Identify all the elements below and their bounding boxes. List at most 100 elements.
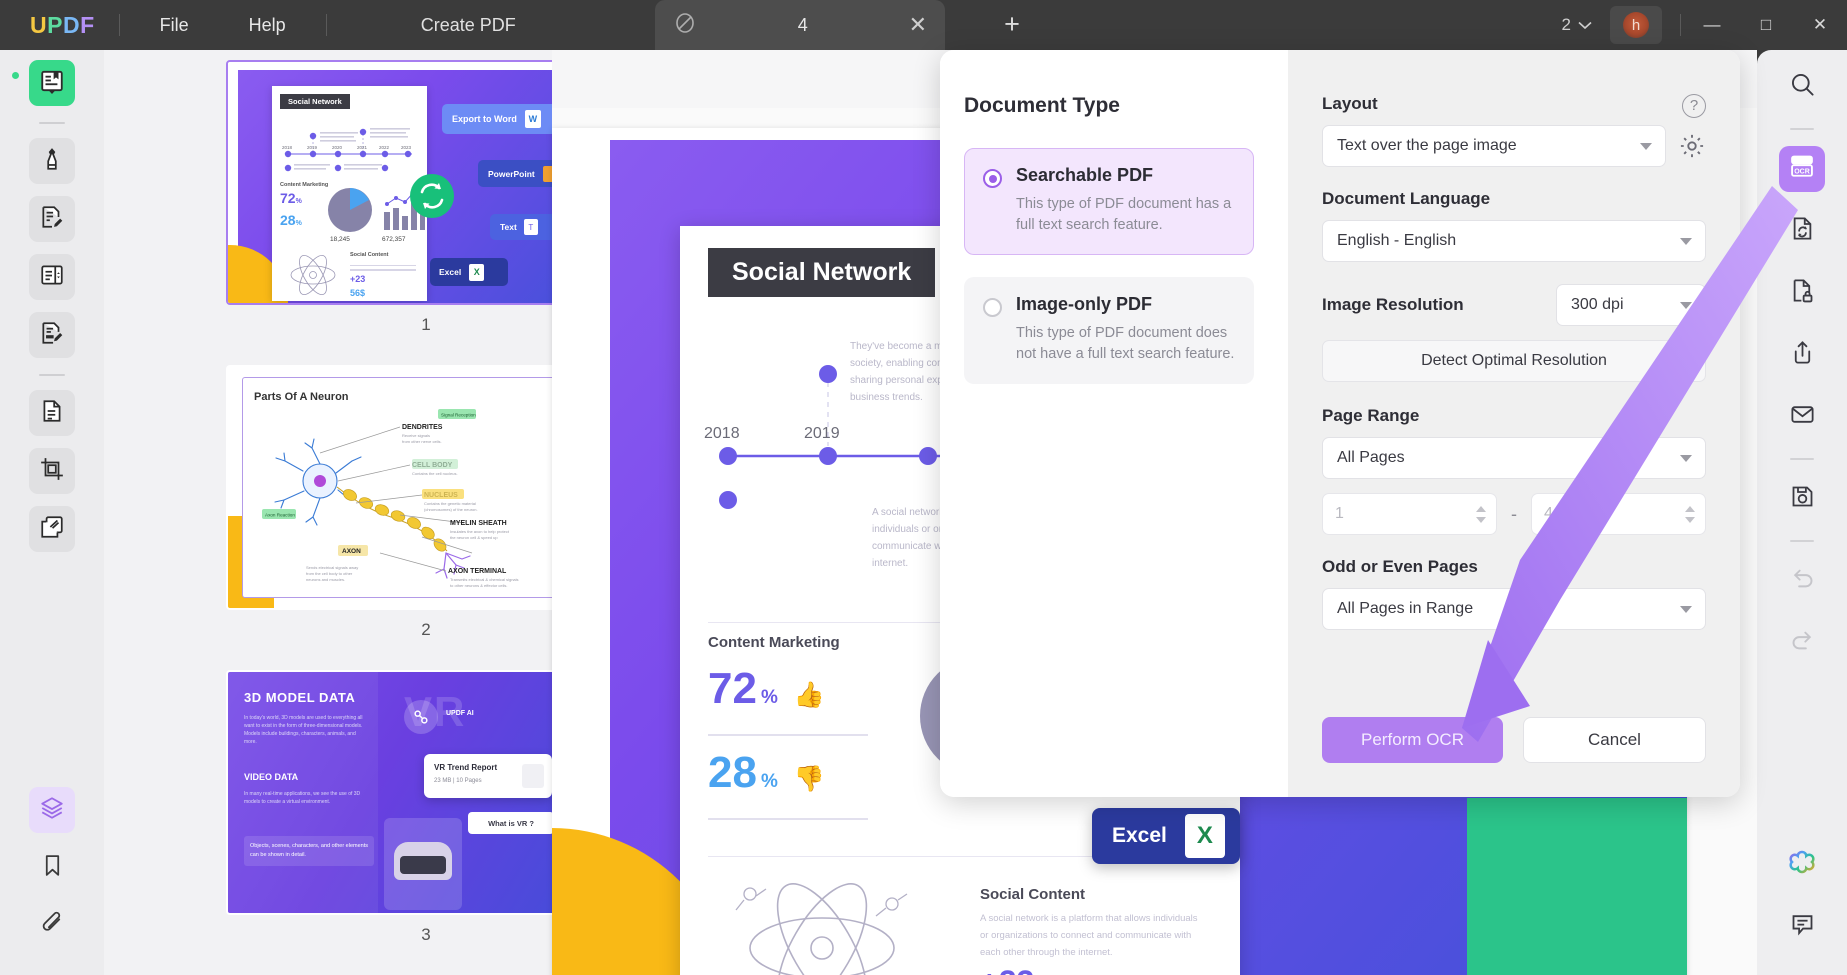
page-content-marketing-label: Content Marketing	[708, 634, 840, 651]
envelope-icon	[1789, 401, 1816, 433]
powerpoint-icon	[542, 165, 552, 182]
thumbnail-image-2: Parts Of A Neuron DENDRITES MYELIN SHEAT…	[226, 365, 552, 610]
ai-badge-icon	[404, 700, 438, 734]
sidebar-item-undo[interactable]	[1779, 558, 1825, 604]
sidebar-item-share[interactable]	[1779, 332, 1825, 378]
page-social-content-desc: A social network is a platform that allo…	[980, 913, 1198, 959]
right-tool-rail: OCR	[1757, 50, 1847, 975]
thumbnail-panel[interactable]: Social Network 2018 2019 2020 2021 2022 …	[104, 50, 552, 975]
book-reader-icon	[39, 68, 65, 99]
divider-2	[325, 14, 327, 36]
excel-icon: X	[469, 263, 485, 281]
gear-icon[interactable]	[1678, 132, 1706, 160]
option-image-only-pdf[interactable]: Image-only PDF This type of PDF document…	[964, 277, 1254, 385]
sidebar-item-email[interactable]	[1779, 394, 1825, 440]
page-from-stepper[interactable]	[1476, 505, 1486, 523]
document-tab[interactable]: 4 ✕	[655, 0, 945, 50]
menu-file[interactable]: File	[144, 9, 205, 42]
svg-text:Transmits electrical & chemica: Transmits electrical & chemical signals	[450, 577, 519, 582]
thumb3-vr-title: VR Trend Report	[434, 763, 498, 772]
share-upload-icon	[1789, 339, 1816, 371]
chevron-down-icon	[1640, 142, 1652, 150]
tab-title: 4	[797, 14, 808, 35]
sidebar-item-layers[interactable]	[29, 787, 75, 833]
maximize-button[interactable]: □	[1739, 0, 1793, 50]
new-tab-button[interactable]: +	[995, 8, 1029, 42]
sidebar-item-crop-pages[interactable]	[29, 448, 75, 494]
sidebar-item-fill-sign[interactable]	[29, 312, 75, 358]
minimize-button[interactable]: —	[1685, 0, 1739, 50]
sidebar-item-search[interactable]	[1779, 64, 1825, 110]
sidebar-item-edit-pdf[interactable]	[29, 196, 75, 242]
sidebar-item-reader-mode[interactable]	[29, 60, 75, 106]
option-searchable-pdf[interactable]: Searchable PDF This type of PDF document…	[964, 148, 1254, 256]
thumbnail-page-1[interactable]: Social Network 2018 2019 2020 2021 2022 …	[226, 60, 552, 335]
help-icon[interactable]: ?	[1682, 94, 1706, 118]
radio-image-only-pdf[interactable]	[983, 298, 1002, 318]
stepper-up-icon[interactable]	[1476, 505, 1486, 512]
thumb3-body1: In today's world, 3D models are used to …	[244, 715, 363, 745]
sidebar-item-compare[interactable]	[29, 506, 75, 552]
sidebar-item-ai-assistant[interactable]	[1779, 841, 1825, 887]
thumbnail-page-3[interactable]: 3D MODEL DATA In today's world, 3D model…	[226, 670, 552, 945]
ocr-icon: OCR	[1788, 153, 1816, 186]
comment-bubble-icon	[1789, 910, 1816, 942]
sidebar-item-comments[interactable]	[1779, 903, 1825, 949]
thumb1-export-label: Export to Word	[452, 114, 517, 124]
sidebar-item-form-fields[interactable]	[29, 254, 75, 300]
page-to-stepper[interactable]	[1685, 505, 1695, 523]
avatar[interactable]: h	[1610, 6, 1662, 44]
stepper-down-icon[interactable]	[1685, 516, 1695, 523]
bookmark-icon	[40, 853, 65, 883]
thumb1-text-label: Text	[500, 222, 517, 232]
undo-arrow-icon	[1789, 565, 1816, 597]
sidebar-item-organize-pages[interactable]	[29, 390, 75, 436]
close-icon[interactable]: ✕	[909, 12, 927, 38]
thumb3-body3: Objects, scenes, characters, and other e…	[244, 836, 374, 866]
image-resolution-select[interactable]: 300 dpi	[1556, 284, 1706, 326]
thumb1-powerpoint-label: PowerPoint	[488, 168, 535, 179]
sidebar-item-redo[interactable]	[1779, 620, 1825, 666]
thumbnail-page-2[interactable]: Parts Of A Neuron DENDRITES MYELIN SHEAT…	[226, 365, 552, 640]
page-count-selector[interactable]: 2	[1562, 15, 1592, 35]
menu-help[interactable]: Help	[233, 9, 302, 42]
stepper-up-icon[interactable]	[1685, 505, 1695, 512]
sidebar-item-ocr[interactable]: OCR	[1779, 146, 1825, 192]
option-image-only-pdf-desc: This type of PDF document does not have …	[1016, 325, 1235, 363]
create-pdf-button[interactable]: Create PDF	[421, 15, 516, 36]
layout-label: Layout	[1322, 94, 1378, 113]
svg-text:2022: 2022	[379, 145, 390, 150]
layout-select[interactable]: Text over the page image	[1322, 125, 1666, 167]
thumb1-content-marketing-label: Content Marketing	[280, 182, 329, 188]
chevron-down-icon	[1578, 15, 1592, 35]
stepper-down-icon[interactable]	[1476, 516, 1486, 523]
document-language-select[interactable]: English - English	[1322, 220, 1706, 262]
excel-file-icon: X	[1184, 814, 1225, 858]
sidebar-item-attachments[interactable]	[29, 903, 75, 949]
sidebar-item-save-as[interactable]	[1779, 476, 1825, 522]
page-to-input[interactable]: 4	[1531, 493, 1706, 535]
odd-or-even-label: Odd or Even Pages	[1322, 557, 1478, 576]
sidebar-item-protect[interactable]	[1779, 270, 1825, 316]
thumbnail-label-3: 3	[421, 925, 431, 944]
close-window-button[interactable]: ✕	[1793, 0, 1847, 50]
rail-divider-1	[39, 122, 65, 124]
page-range-label: Page Range	[1322, 406, 1420, 425]
thumb3-badge: UPDF AI	[446, 710, 474, 717]
odd-or-even-select[interactable]: All Pages in Range	[1322, 588, 1706, 630]
document-language-value: English - English	[1337, 232, 1457, 249]
document-language-label: Document Language	[1322, 189, 1491, 208]
sidebar-item-highlighter[interactable]	[29, 138, 75, 184]
thumbs-up-icon: 👍	[793, 681, 825, 709]
page-range-select[interactable]: All Pages	[1322, 437, 1706, 479]
sidebar-item-bookmarks[interactable]	[29, 845, 75, 891]
svg-text:2019: 2019	[804, 425, 840, 442]
sidebar-item-convert[interactable]	[1779, 208, 1825, 254]
updf-logo: UPDF	[30, 12, 95, 39]
logo-letter-p: P	[47, 11, 63, 38]
page-from-input[interactable]: 1	[1322, 493, 1497, 535]
cancel-button[interactable]: Cancel	[1523, 717, 1706, 763]
detect-optimal-resolution-button[interactable]: Detect Optimal Resolution	[1322, 340, 1706, 382]
perform-ocr-button[interactable]: Perform OCR	[1322, 717, 1503, 763]
radio-searchable-pdf[interactable]	[983, 169, 1002, 188]
